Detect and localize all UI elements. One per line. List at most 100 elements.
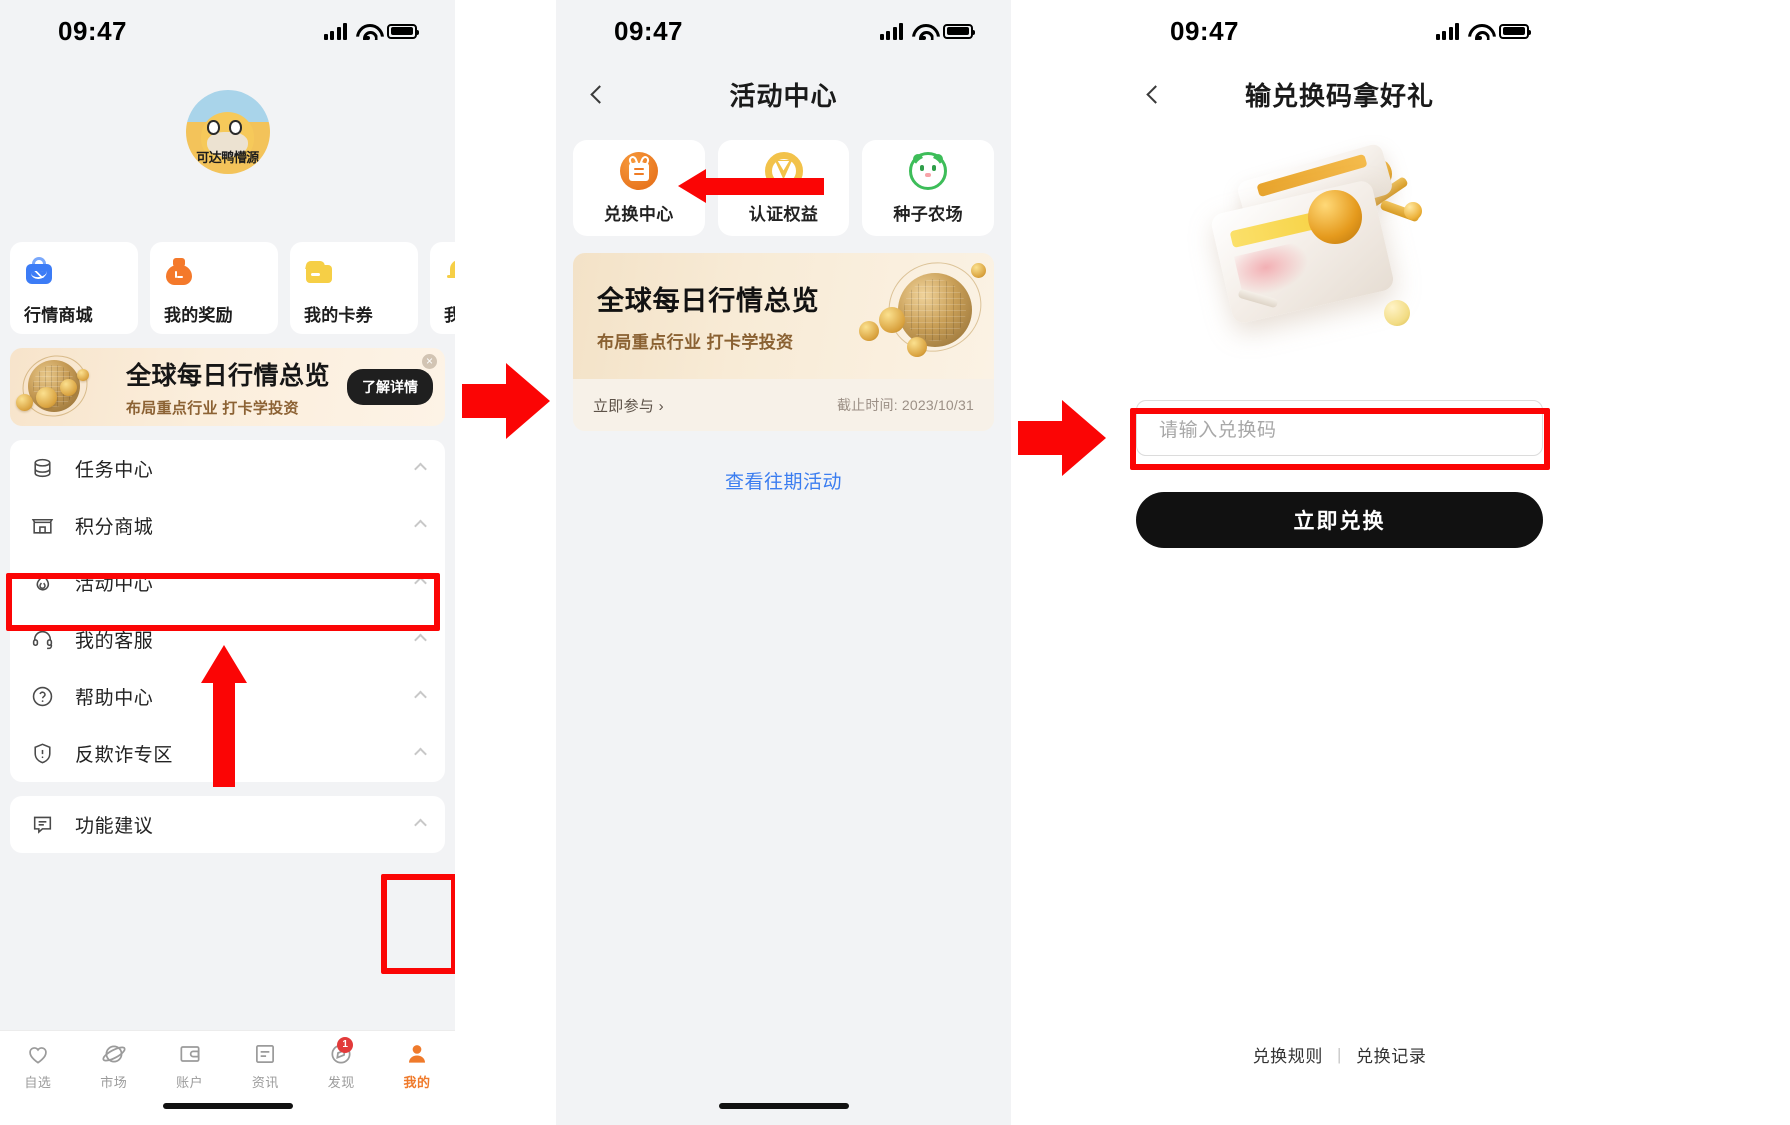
pointer-arrow-left: [678, 169, 824, 203]
phone-screen-activity-center: 09:47 活动中心 兑换中心 认证权益 种子农场 全球每日行情总览 布局重点行…: [556, 0, 1011, 1125]
nav-bar-2: 活动中心: [556, 62, 1011, 126]
money-bag-icon: [164, 256, 194, 286]
status-time: 09:47: [614, 15, 683, 46]
cellular-signal-icon: [879, 22, 903, 40]
status-bar-1: 09:47: [0, 0, 455, 62]
person-icon: [404, 1041, 430, 1067]
avatar-eye-right: [229, 120, 242, 135]
quick-card-label: 我的奖励: [164, 306, 233, 325]
flame-icon: [30, 570, 55, 595]
tab-mine[interactable]: 我的: [379, 1041, 455, 1091]
menu-item-feature-suggestion[interactable]: 功能建议: [10, 796, 445, 853]
gift-circle-icon: [619, 151, 658, 190]
cellular-signal-icon: [1435, 22, 1459, 40]
chevron-right-icon: [414, 633, 427, 646]
avatar[interactable]: 可达鸭懵源: [185, 90, 270, 174]
back-icon[interactable]: [1136, 77, 1170, 111]
pointer-arrow-up: [201, 645, 247, 791]
activity-card-label: 兑换中心: [604, 204, 674, 224]
chevron-right-icon: [414, 747, 427, 760]
message-icon: [30, 812, 55, 837]
redeem-code-input[interactable]: 请输入兑换码: [1136, 400, 1543, 456]
activity-card-seed-farm[interactable]: 种子农场: [862, 140, 995, 236]
tab-label: 账户: [176, 1075, 204, 1090]
nav-bar-3: 输兑换码拿好礼: [1112, 62, 1567, 126]
status-bar-3: 09:47: [1112, 0, 1567, 62]
quick-card-label: 我的提: [444, 306, 455, 325]
back-icon[interactable]: [580, 77, 614, 111]
heart-icon: [25, 1041, 51, 1067]
page-title: 活动中心: [729, 80, 838, 111]
activity-card-label: 认证权益: [748, 204, 819, 224]
shield-alert-icon: [30, 741, 55, 766]
avatar-nickname: 可达鸭懵源: [196, 150, 259, 166]
redeem-history-link[interactable]: 兑换记录: [1356, 1042, 1426, 1067]
join-now-link[interactable]: 立即参与 ›: [593, 395, 664, 416]
menu-item-points-mall[interactable]: 积分商城: [10, 497, 445, 554]
avatar-container: 可达鸭懵源: [0, 90, 455, 174]
question-circle-icon: [30, 684, 55, 709]
redeem-code-field-wrap: 请输入兑换码: [1136, 400, 1543, 456]
promo-text: 全球每日行情总览 布局重点行业 打卡学投资: [126, 356, 330, 418]
tab-account[interactable]: 账户: [152, 1041, 228, 1091]
past-activities-link[interactable]: 查看往期活动: [556, 467, 1011, 494]
promo-title: 全球每日行情总览: [126, 362, 331, 390]
battery-icon: [943, 23, 975, 39]
status-bar-2: 09:47: [556, 0, 1011, 62]
menu-item-task-center[interactable]: 任务中心: [10, 440, 445, 497]
news-icon: [252, 1041, 278, 1067]
tab-discover[interactable]: 1 发现: [303, 1037, 379, 1091]
highlight-tab-mine: [381, 874, 455, 974]
menu-item-activity-center[interactable]: 活动中心: [10, 554, 445, 611]
screenshot-root: 09:47 可达鸭懵源 行情商城 我的奖励 我的卡券 我 全球每日行情总览 布局…: [0, 0, 1790, 1125]
tab-market[interactable]: 市场: [76, 1041, 152, 1091]
redeem-code-placeholder: 请输入兑换码: [1159, 419, 1277, 441]
chevron-right-icon: [414, 462, 427, 475]
promo-banner[interactable]: 全球每日行情总览 布局重点行业 打卡学投资 了解详情 ×: [10, 348, 445, 426]
quick-card-market-mall[interactable]: 行情商城: [10, 242, 138, 334]
status-time: 09:47: [1170, 15, 1239, 46]
activity-banner[interactable]: 全球每日行情总览 布局重点行业 打卡学投资 立即参与 › 截止时间: 2023/…: [573, 253, 994, 431]
redeem-submit-button[interactable]: 立即兑换: [1136, 492, 1543, 548]
quick-card-my-rewards[interactable]: 我的奖励: [150, 242, 278, 334]
step-arrow-1-to-2: [462, 363, 550, 439]
wifi-icon: [1468, 23, 1490, 41]
battery-icon: [387, 23, 419, 39]
cellular-signal-icon: [323, 22, 347, 40]
menu-item-label: 任务中心: [75, 460, 154, 481]
deadline-text: 截止时间: 2023/10/31: [836, 397, 974, 413]
tab-watchlist[interactable]: 自选: [0, 1041, 76, 1091]
menu-item-label: 我的客服: [75, 631, 154, 652]
footer-links: 兑换规则 | 兑换记录: [1112, 1042, 1567, 1067]
planet-icon: [101, 1041, 127, 1067]
menu-item-label: 活动中心: [75, 574, 154, 595]
status-icons: [323, 22, 419, 41]
quick-card-my-coupons[interactable]: 我的卡券: [290, 242, 418, 334]
globe-coins-illustration: [12, 348, 98, 426]
quick-card-label: 我的卡券: [304, 306, 373, 325]
menu-item-label: 反欺诈专区: [75, 745, 174, 766]
chevron-right-icon: [414, 690, 427, 703]
home-indicator: [162, 1103, 293, 1109]
page-title: 输兑换码拿好礼: [1244, 80, 1434, 111]
gift-illustration: [1112, 142, 1567, 394]
menu-group-secondary: 功能建议: [10, 796, 445, 853]
tab-label: 自选: [24, 1075, 52, 1090]
promo-cta-button[interactable]: 了解详情: [347, 369, 433, 405]
wifi-icon: [912, 23, 934, 41]
bell-icon: [444, 256, 455, 286]
close-icon[interactable]: ×: [422, 354, 437, 369]
quick-card-my-reminders[interactable]: 我的提: [430, 242, 455, 334]
database-icon: [30, 456, 55, 481]
wallet-icon: [304, 256, 334, 286]
wallet-outline-icon: [177, 1041, 203, 1067]
chevron-right-icon: [414, 576, 427, 589]
menu-item-label: 积分商城: [75, 517, 154, 538]
tab-news[interactable]: 资讯: [227, 1041, 303, 1091]
redeem-rules-link[interactable]: 兑换规则: [1253, 1042, 1323, 1067]
store-icon: [30, 513, 55, 538]
phone-screen-redeem-code: 09:47 输兑换码拿好礼 请输入兑换码 立即兑换 兑换规则 | 兑换记录: [1112, 0, 1567, 1125]
globe-coins-illustration: [853, 253, 994, 375]
status-time: 09:47: [58, 15, 127, 46]
activity-card-label: 种子农场: [893, 204, 963, 224]
